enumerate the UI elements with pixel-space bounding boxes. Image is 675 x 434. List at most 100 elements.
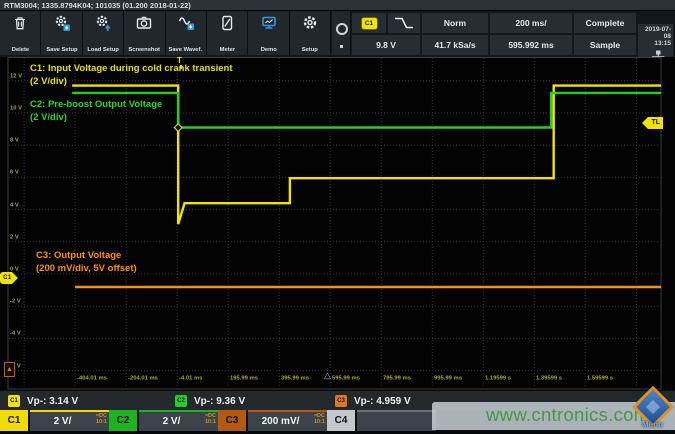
trigger-mode-cell[interactable]: Norm [422, 13, 488, 33]
x-tick-label: 995.99 ms [434, 375, 462, 381]
y-tick-label: 0 V [10, 266, 19, 272]
annotation-c3-line2: (200 mV/div, 5V offset) [36, 263, 137, 274]
coupling-probe-badge: ≈DC10:1 [96, 413, 107, 425]
trigger-position-marker[interactable]: T [177, 56, 182, 65]
trigger-slope-cell[interactable] [388, 13, 420, 33]
x-tick-label: -4.01 ms [179, 375, 202, 381]
toolbar-button-screenshot[interactable]: Screenshot [124, 11, 165, 55]
toolbar-button-setup[interactable]: Setup [290, 11, 331, 55]
trigger-source-cell[interactable]: C1 [352, 13, 386, 33]
toolbar-button-label: Meter [219, 46, 234, 52]
annotation-c3-line1: C3: Output Voltage [36, 250, 121, 261]
trash-icon [11, 14, 29, 32]
x-tick-label: 195.99 ms [230, 375, 258, 381]
y-tick-label: 2 V [10, 234, 19, 240]
x-tick-label: 795.99 ms [383, 375, 411, 381]
toggle-dot-icon [340, 45, 343, 48]
oscilloscope-screen: RTM3004; 1335.8794K04; 101035 (01.200 20… [0, 0, 675, 434]
annotation-c1-line2: (2 V/div) [30, 76, 67, 87]
measurement-channel-badge: C1 [8, 395, 20, 407]
channel-tab-c2[interactable]: C2 [109, 410, 137, 431]
channel-settings-c4[interactable] [357, 410, 436, 431]
toolbar-button-save-wavef-[interactable]: Save Wavef. [166, 11, 207, 55]
toolbar-button-demo[interactable]: Demo [248, 11, 289, 55]
y-tick-label: 6 V [10, 169, 19, 175]
channel-settings-c3[interactable]: 200 mV/ ≈DC10:1 [248, 410, 327, 431]
falling-edge-icon [393, 16, 415, 30]
trigger-level-cell[interactable]: 9.8 V [352, 35, 420, 55]
measurement-value: Vp-: 9.36 V [194, 396, 245, 407]
measurement-channel-badge: C3 [335, 395, 347, 407]
date-label: 2019-07-08 [638, 26, 671, 40]
toggle-circle-icon [336, 23, 348, 35]
load-setup-icon [94, 14, 112, 32]
save-waveform-icon [177, 14, 195, 32]
meter-icon [218, 14, 236, 32]
probe-label: 10:1 [314, 419, 325, 425]
y-tick-label: 4 V [10, 202, 19, 208]
reference-diamond-marker [174, 124, 182, 132]
measurement-value: Vp-: 4.959 V [354, 396, 411, 407]
acquisition-status-cell[interactable]: Complete [574, 13, 636, 33]
probe-label: 10:1 [96, 419, 107, 425]
x-tick-label: 1.39599 s [536, 375, 562, 381]
channel-scale: 200 mV/ [262, 416, 300, 427]
measurement-value: Vp-: 3.14 V [27, 396, 78, 407]
coupling-probe-badge: ≈DC10:1 [314, 413, 325, 425]
logo-puzzle-icon [646, 400, 660, 414]
toolbar-button-label: Delete [11, 46, 28, 52]
toolbar-button-label: Load Setup [87, 46, 119, 52]
x-tick-label: -404.01 ms [77, 375, 107, 381]
c3-offscreen-marker[interactable]: ▲ [4, 362, 15, 377]
toolbar-buttons: Delete Save Setup Load Setup Screenshot Save… [0, 11, 331, 57]
toolbar-button-label: Demo [260, 46, 276, 52]
channel-tab-c3[interactable]: C3 [218, 410, 246, 431]
camera-icon [135, 14, 153, 32]
toolbar-button-save-setup[interactable]: Save Setup [41, 11, 82, 55]
toolbar-button-label: Save Setup [46, 46, 77, 52]
trigger-source-badge: C1 [362, 18, 377, 29]
gear-icon [301, 14, 319, 32]
toolbar-button-load-setup[interactable]: Load Setup [83, 11, 124, 55]
toolbar-button-label: Save Wavef. [169, 46, 203, 52]
annotation-c2-line1: C2: Pre-boost Output Voltage [30, 99, 162, 110]
window-title: RTM3004; 1335.8794K04; 101035 (01.200 20… [0, 0, 675, 11]
toolbar-toggle-button[interactable] [332, 11, 351, 55]
x-tick-label: 395.99 ms [281, 375, 309, 381]
watermark-text: www.cntronics.com [486, 404, 649, 426]
channel-scale: 2 V/ [163, 416, 181, 427]
x-tick-label: -204.01 ms [128, 375, 158, 381]
y-tick-label: -4 V [10, 330, 21, 336]
waveform-display[interactable]: 12 V10 V8 V6 V4 V2 V0 V-2 V-4 V-6 V-404.… [0, 57, 675, 390]
timebase-cell[interactable]: 200 ms/ [490, 13, 572, 33]
channel-tab-c1[interactable]: C1 [0, 410, 28, 431]
time-label: 13:15 [638, 40, 671, 47]
x-tick-label: 1.59599 s [587, 375, 613, 381]
toolbar-button-label: Setup [302, 46, 318, 52]
menu-button[interactable]: Menu [642, 420, 663, 429]
probe-label: 10:1 [205, 419, 216, 425]
toolbar-button-meter[interactable]: Meter [207, 11, 248, 55]
coupling-probe-badge: ≈DC10:1 [205, 413, 216, 425]
channel-settings-c2[interactable]: 2 V/ ≈DC10:1 [139, 410, 218, 431]
sample-rate-cell[interactable]: 41.7 kSa/s [422, 35, 488, 55]
channel-tab-c4[interactable]: C4 [327, 410, 355, 431]
measurement-c3[interactable]: C3 Vp-: 4.959 V [335, 391, 411, 411]
x-tick-label: 1.19599 s [485, 375, 511, 381]
y-tick-label: 8 V [10, 137, 19, 143]
time-reference-marker[interactable]: △ [324, 370, 331, 381]
demo-icon [260, 14, 278, 32]
measurement-c2[interactable]: C2 Vp-: 9.36 V [175, 391, 245, 411]
acquisition-mode-cell[interactable]: Sample [574, 35, 636, 55]
annotation-c2-line2: (2 V/div) [30, 112, 67, 123]
horizontal-position-cell[interactable]: 595.992 ms [490, 35, 572, 55]
toolbar: Delete Save Setup Load Setup Screenshot Save… [0, 11, 675, 57]
toolbar-button-delete[interactable]: Delete [0, 11, 41, 55]
y-tick-label: 12 V [10, 73, 22, 79]
x-tick-label: 595.99 ms [332, 375, 360, 381]
measurement-c1[interactable]: C1 Vp-: 3.14 V [8, 391, 78, 411]
y-tick-label: 10 V [10, 105, 22, 111]
channel-settings-c1[interactable]: 2 V/≈DC10:1 [30, 410, 109, 431]
measurement-channel-badge: C2 [175, 395, 187, 407]
y-tick-label: -2 V [10, 298, 21, 304]
